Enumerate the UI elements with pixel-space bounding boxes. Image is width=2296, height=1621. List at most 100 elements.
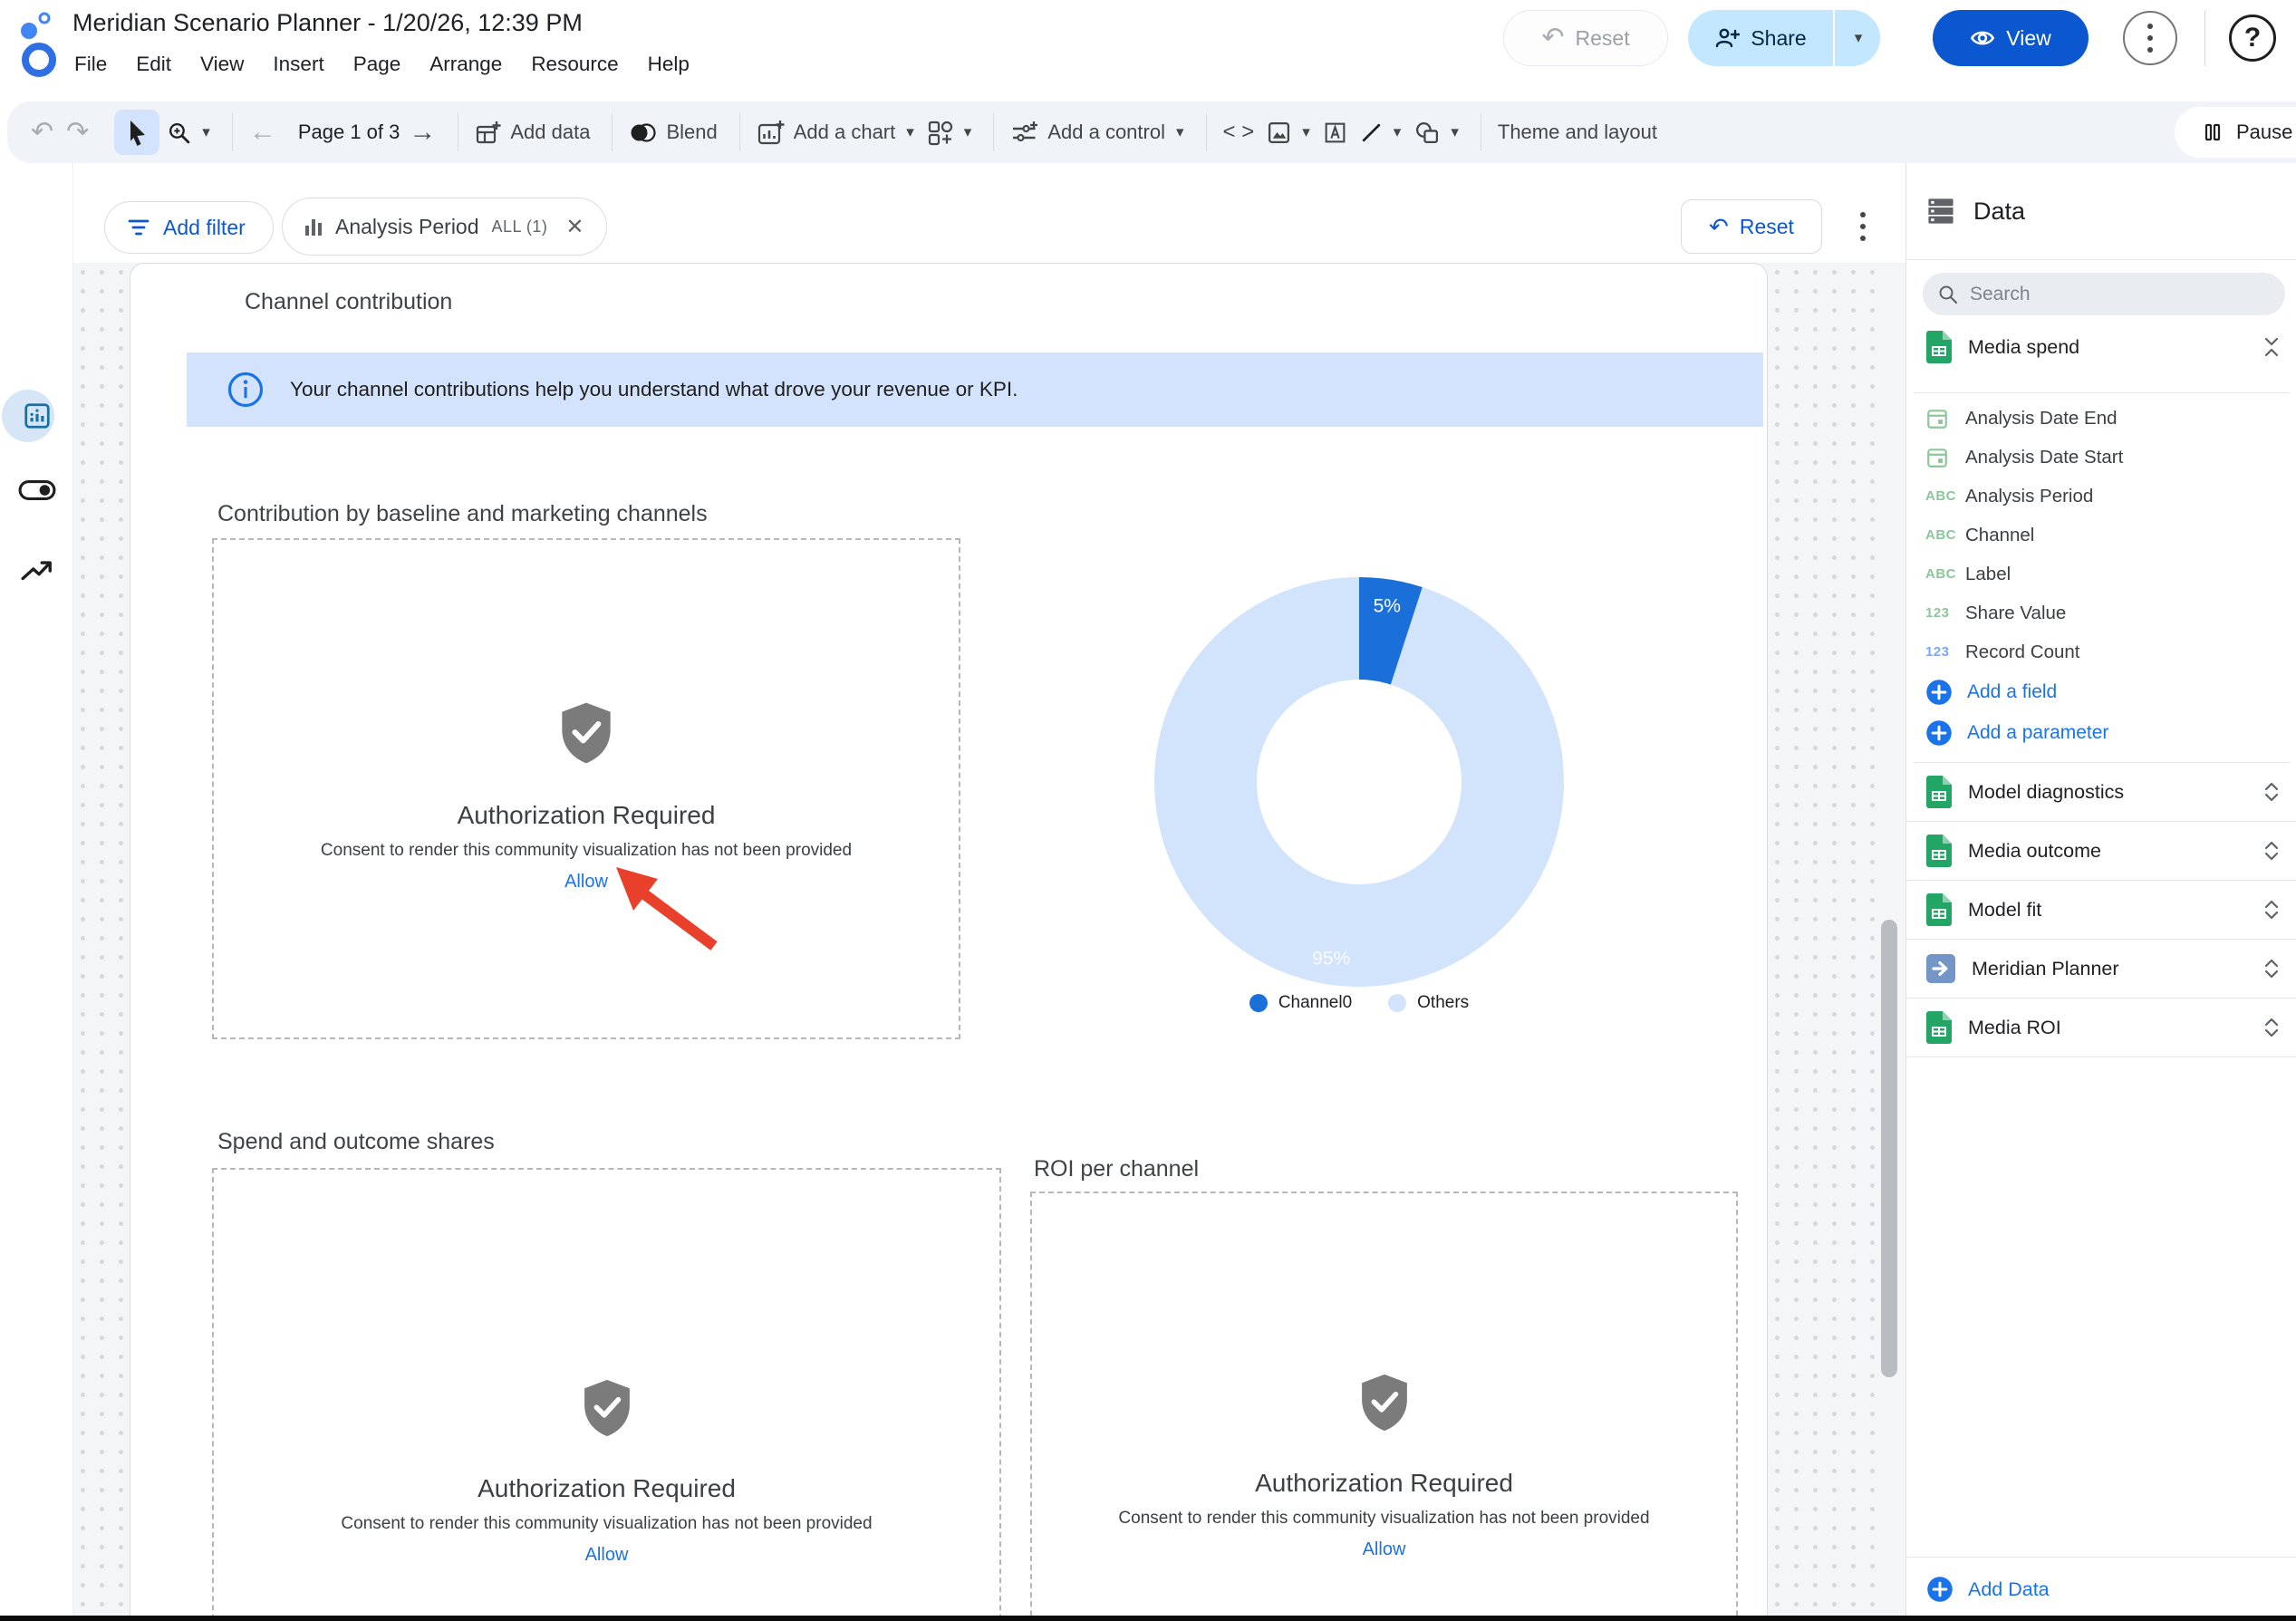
field-record-count[interactable]: 123Record Count bbox=[1906, 632, 2296, 671]
field-label: Analysis Date Start bbox=[1965, 447, 2123, 468]
image-icon bbox=[1267, 121, 1291, 145]
page-indicator[interactable]: Page 1 of 3 bbox=[298, 121, 400, 144]
code-icon: < > bbox=[1223, 121, 1255, 143]
canvas-scrollbar-thumb[interactable] bbox=[1881, 920, 1897, 1377]
magnifier-zoom-icon bbox=[167, 121, 191, 145]
rail-trends-tab[interactable] bbox=[0, 556, 73, 584]
embed-code-button[interactable]: < > bbox=[1223, 121, 1255, 143]
menu-item-file[interactable]: File bbox=[60, 47, 121, 82]
theme-and-layout-button[interactable]: Theme and layout bbox=[1498, 121, 1657, 144]
unfold-more-icon[interactable] bbox=[2260, 780, 2283, 804]
insert-line-button[interactable]: ▾ bbox=[1360, 121, 1402, 144]
share-button[interactable]: Share bbox=[1688, 10, 1833, 66]
menu-item-page[interactable]: Page bbox=[339, 47, 416, 82]
add-a-chart-button[interactable]: Add a chart ▾ bbox=[757, 120, 914, 146]
close-icon[interactable]: ✕ bbox=[565, 214, 584, 240]
add-a-control-button[interactable]: Add a control ▾ bbox=[1010, 121, 1183, 145]
eye-icon bbox=[1970, 27, 1995, 49]
pause-icon bbox=[2202, 121, 2224, 143]
pause-updates-label: Pause u bbox=[2236, 121, 2296, 144]
forward-arrow-icon: → bbox=[409, 119, 436, 146]
community-visualizations-button[interactable]: ▾ bbox=[927, 120, 972, 146]
menu-item-resource[interactable]: Resource bbox=[516, 47, 632, 82]
menu-item-arrange[interactable]: Arrange bbox=[415, 47, 516, 82]
more-options-button[interactable] bbox=[2123, 11, 2177, 65]
community-viz-placeholder-3[interactable]: Authorization Required Consent to render… bbox=[1030, 1192, 1738, 1621]
unfold-more-icon[interactable] bbox=[2260, 839, 2283, 863]
help-button[interactable]: ? bbox=[2229, 14, 2276, 62]
insert-image-button[interactable]: ▾ bbox=[1267, 121, 1310, 145]
community-viz-placeholder-1[interactable]: Authorization Required Consent to render… bbox=[212, 538, 960, 1039]
field-analysis-date-start[interactable]: Analysis Date Start bbox=[1906, 438, 2296, 477]
chevron-down-icon: ▾ bbox=[1176, 123, 1184, 141]
allow-link[interactable]: Allow bbox=[585, 1545, 629, 1566]
allow-link[interactable]: Allow bbox=[1363, 1539, 1406, 1560]
add-filter-button[interactable]: Add filter bbox=[104, 201, 274, 254]
data-source-meridian-planner[interactable]: Meridian Planner bbox=[1906, 940, 2296, 999]
looker-studio-logo-icon bbox=[14, 11, 60, 83]
add-data-button[interactable]: Add Data bbox=[1968, 1578, 2050, 1601]
data-source-model-diagnostics[interactable]: Model diagnostics bbox=[1906, 763, 2296, 822]
field-share-value[interactable]: 123Share Value bbox=[1906, 593, 2296, 632]
field-analysis-date-end[interactable]: Analysis Date End bbox=[1906, 399, 2296, 438]
data-source-media-roi[interactable]: Media ROI bbox=[1906, 999, 2296, 1057]
menu-item-edit[interactable]: Edit bbox=[121, 47, 186, 82]
previous-page-button[interactable]: ← bbox=[249, 119, 276, 146]
rail-report-tab[interactable] bbox=[0, 401, 73, 430]
next-page-button[interactable]: → bbox=[409, 119, 436, 146]
header-actions: ↶ Reset Share ▾ View bbox=[1503, 9, 2276, 67]
bar-chart-icon bbox=[304, 217, 323, 236]
field-label[interactable]: ABCLabel bbox=[1906, 555, 2296, 593]
chevron-down-icon: ▾ bbox=[964, 123, 972, 141]
share-menu-caret[interactable]: ▾ bbox=[1833, 10, 1880, 66]
data-source-media-outcome[interactable]: Media outcome bbox=[1906, 822, 2296, 881]
add-a-chart-label: Add a chart bbox=[794, 121, 896, 144]
screen-bottom-edge bbox=[0, 1616, 2296, 1621]
pause-updates-button[interactable]: Pause u bbox=[2175, 107, 2296, 158]
unfold-more-icon[interactable] bbox=[2260, 898, 2283, 921]
line-icon bbox=[1360, 121, 1383, 144]
data-source-media-spend[interactable]: Media spend bbox=[1906, 326, 2296, 368]
person-add-icon bbox=[1714, 27, 1740, 49]
search-input[interactable] bbox=[1970, 284, 2242, 305]
menu-item-help[interactable]: Help bbox=[633, 47, 704, 82]
unfold-less-icon[interactable] bbox=[2260, 335, 2283, 359]
add-data-icon bbox=[475, 120, 501, 146]
reset-filters-button[interactable]: ↶ Reset bbox=[1681, 199, 1822, 254]
zoom-tool-button[interactable]: ▾ bbox=[167, 121, 210, 145]
rail-controls-tab[interactable] bbox=[0, 478, 73, 502]
community-viz-placeholder-2[interactable]: Authorization Required Consent to render… bbox=[212, 1168, 1001, 1621]
analysis-period-filter-chip[interactable]: Analysis Period ALL (1) ✕ bbox=[282, 198, 607, 256]
source-name: Media spend bbox=[1968, 336, 2260, 359]
unfold-more-icon[interactable] bbox=[2260, 957, 2283, 980]
chevron-down-icon: ▾ bbox=[1451, 123, 1459, 141]
menu-item-insert[interactable]: Insert bbox=[258, 47, 338, 82]
edit-toolbar: ↶ ↷ ▾ ← Page 1 of 3 → Add data Blend bbox=[7, 101, 2296, 163]
unfold-more-icon[interactable] bbox=[2260, 1016, 2283, 1039]
red-arrow-annotation bbox=[598, 857, 725, 952]
text-box-icon bbox=[1323, 121, 1347, 145]
search-box[interactable] bbox=[1923, 273, 2285, 315]
document-title[interactable]: Meridian Scenario Planner - 1/20/26, 12:… bbox=[72, 9, 583, 37]
insert-shape-button[interactable]: ▾ bbox=[1413, 121, 1459, 145]
sheets-icon bbox=[1926, 776, 1952, 808]
menu-item-view[interactable]: View bbox=[186, 47, 258, 82]
data-source-model-fit[interactable]: Model fit bbox=[1906, 881, 2296, 940]
undo-button[interactable]: ↶ bbox=[31, 119, 53, 146]
sheets-icon bbox=[1926, 331, 1952, 363]
filter-bar-more-options[interactable] bbox=[1845, 199, 1881, 254]
add-data-label: Add data bbox=[510, 121, 590, 144]
legend-label: Channel0 bbox=[1278, 993, 1352, 1013]
add-a-field-button[interactable]: Add a field bbox=[1906, 671, 2296, 712]
view-button[interactable]: View bbox=[1933, 10, 2089, 66]
insert-text-button[interactable] bbox=[1323, 121, 1347, 145]
select-tool-button[interactable] bbox=[114, 110, 159, 155]
reset-button-disabled[interactable]: ↶ Reset bbox=[1503, 10, 1668, 66]
field-channel[interactable]: ABCChannel bbox=[1906, 516, 2296, 555]
blend-button[interactable]: Blend bbox=[629, 121, 717, 144]
field-analysis-period[interactable]: ABCAnalysis Period bbox=[1906, 477, 2296, 516]
shield-check-icon bbox=[582, 1378, 632, 1438]
add-a-parameter-button[interactable]: Add a parameter bbox=[1906, 712, 2296, 753]
add-data-button[interactable]: Add data bbox=[475, 120, 590, 146]
redo-button[interactable]: ↷ bbox=[66, 119, 89, 146]
